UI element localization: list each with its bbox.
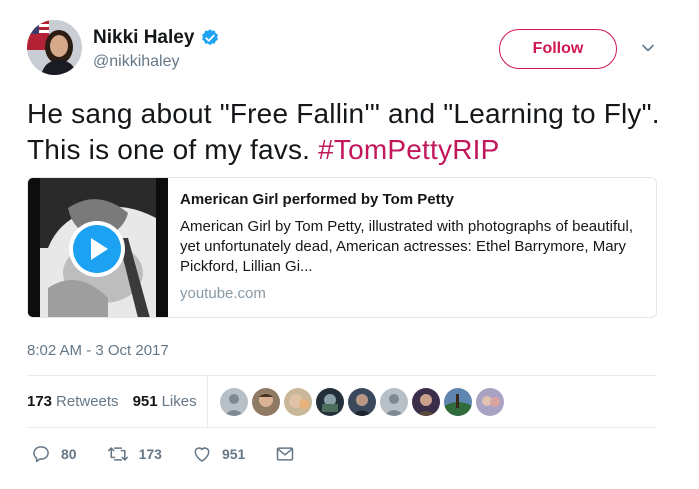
liker-avatar[interactable] [475,387,504,416]
retweet-count: 173 [138,446,162,462]
chevron-down-icon[interactable] [640,40,656,56]
retweet-action[interactable]: 173 [107,444,162,464]
verified-badge-icon [200,28,220,48]
author-avatar[interactable] [27,20,82,75]
envelope-icon [277,447,294,461]
video-thumbnail[interactable] [28,178,168,317]
stats-separator [206,376,208,427]
reply-action[interactable]: 80 [31,444,77,464]
like-count: 951 [221,446,246,462]
author-handle[interactable]: @nikkihaley [93,53,220,71]
reply-count: 80 [61,446,77,462]
liker-avatars [219,387,504,416]
likes-label: Likes [161,393,197,410]
liker-avatar[interactable] [347,387,376,416]
liker-avatar[interactable] [219,387,248,416]
tweet-header: Nikki Haley @nikkihaley Follow [27,20,667,80]
tweet-actions: 80 173 951 [31,444,335,464]
card-description: American Girl by Tom Petty, illustrated … [180,218,633,275]
likes-count: 951 [132,393,158,410]
liker-avatar[interactable] [379,387,408,416]
link-card[interactable]: American Girl performed by Tom Petty Ame… [27,177,657,318]
hashtag-link[interactable]: #TomPettyRIP [318,134,499,165]
tweet-text: He sang about "Free Fallin'" and "Learni… [27,96,667,168]
liker-avatar[interactable] [411,387,440,416]
retweet-icon [107,447,128,461]
retweets-count: 173 [27,393,53,410]
retweets-label: Retweets [56,393,119,410]
card-domain: youtube.com [180,285,266,302]
card-title[interactable]: American Girl performed by Tom Petty [180,191,645,208]
divider [27,427,657,428]
author-display-name[interactable]: Nikki Haley [93,27,194,49]
tweet-timestamp[interactable]: 8:02 AM - 3 Oct 2017 [27,342,169,359]
liker-avatar[interactable] [251,387,280,416]
engagement-stats: 173 Retweets 951 Likes [27,376,657,427]
reply-icon [33,446,49,463]
play-button-icon[interactable] [68,220,126,278]
follow-button[interactable]: Follow [499,29,617,69]
heart-icon [194,447,210,462]
liker-avatar[interactable] [315,387,344,416]
liker-avatar[interactable] [283,387,312,416]
liker-avatar[interactable] [443,387,472,416]
retweets-stat[interactable]: 173 Retweets [27,393,119,410]
like-action[interactable]: 951 [192,444,245,464]
likes-stat[interactable]: 951 Likes [133,393,197,410]
direct-message-action[interactable] [275,444,305,464]
